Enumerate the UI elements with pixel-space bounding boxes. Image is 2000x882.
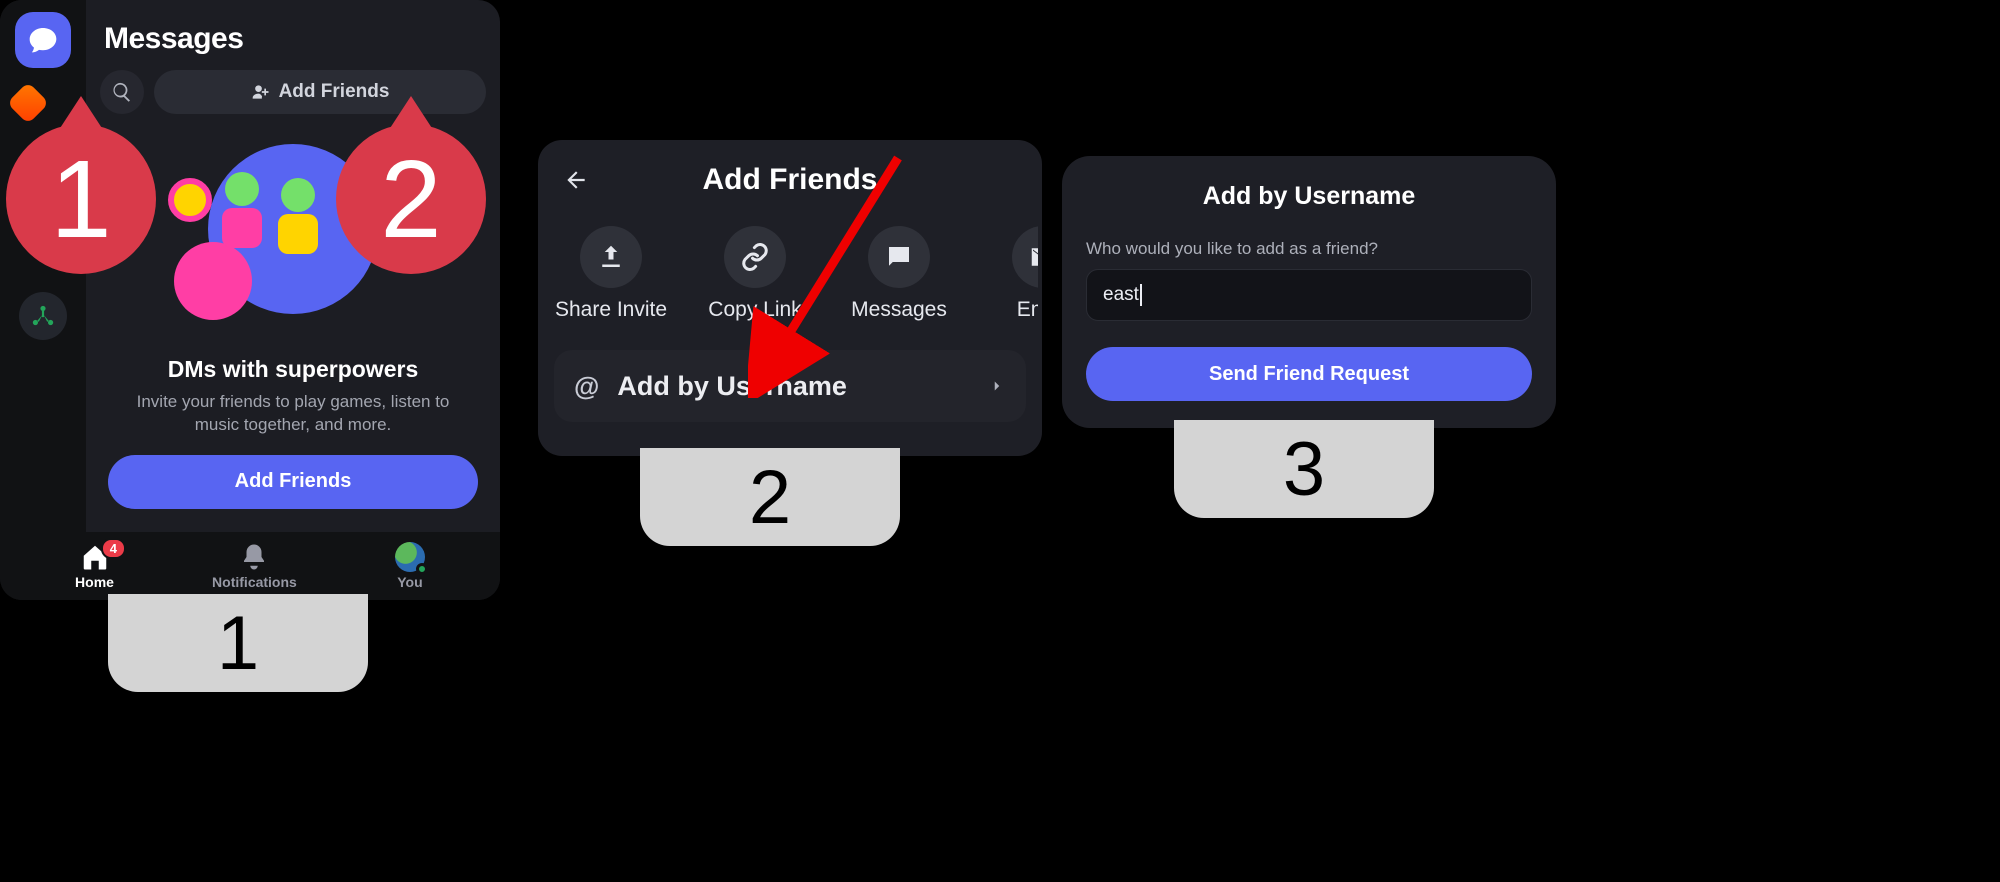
add-friends-cta-label: Add Friends [235,470,352,493]
hub-icon [30,303,56,329]
tab-notifications[interactable]: Notifications [212,542,297,590]
callout-label: 1 [50,136,111,263]
annotation-callout-2: 2 [336,124,486,274]
messages-screen: Messages Add Friends DMs with superpower… [0,0,500,600]
tab-you-label: You [397,574,422,590]
hero-title: DMs with superpowers [100,356,486,383]
hero-character-2 [270,178,326,258]
at-icon: @ [574,371,599,402]
chevron-right-icon [988,371,1006,402]
hero-description: Invite your friends to play games, liste… [118,391,468,437]
add-friends-cta[interactable]: Add Friends [108,455,478,509]
home-badge: 4 [101,538,126,559]
callout-label: 2 [380,136,441,263]
username-input[interactable]: east [1086,269,1532,321]
page-title: Messages [104,22,486,56]
bottom-tabbar: 4 Home Notifications You [0,532,500,600]
presence-dot [416,563,428,575]
tab-home-label: Home [75,574,114,590]
step-label-3: 3 [1174,420,1434,518]
hero-character-1 [212,172,272,252]
hero-accent-2 [168,178,212,222]
prompt-text: Who would you like to add as a friend? [1086,239,1532,259]
text-cursor [1140,284,1142,306]
share-email[interactable]: Email [988,226,1038,322]
server-hub-button[interactable] [19,292,67,340]
add-friend-icon [251,82,271,102]
annotation-callout-1: 1 [6,124,156,274]
dm-home-button[interactable] [15,12,71,68]
share-email-label: Email [1017,298,1038,322]
add-friends-sheet: Add Friends Share Invite Copy Link Messa… [538,140,1042,456]
share-invite[interactable]: Share Invite [556,226,666,322]
add-friends-pill-label: Add Friends [279,81,390,103]
link-icon [740,242,770,272]
copy-link-label: Copy Link [708,298,801,322]
messages-main: Messages Add Friends DMs with superpower… [86,0,500,600]
hero-accent-1 [174,242,252,320]
share-icon [596,242,626,272]
step-label-1: 1 [108,594,368,692]
email-icon [1028,242,1038,272]
tab-home[interactable]: 4 Home [75,542,114,590]
tab-you[interactable]: You [395,542,425,590]
step-label-2: 2 [640,448,900,546]
search-icon [111,81,133,103]
share-messages-label: Messages [851,298,947,322]
add-by-username-row[interactable]: @ Add by Username [554,350,1026,422]
arrow-left-icon [563,167,589,193]
server-item[interactable] [7,82,49,124]
bell-icon [239,542,269,572]
back-button[interactable] [560,164,592,196]
share-row: Share Invite Copy Link Messages Email Me… [542,226,1038,322]
sheet-title: Add Friends [702,163,877,197]
sheet-header: Add Friends [542,158,1038,202]
messages-icon [884,242,914,272]
step-number: 2 [749,454,791,541]
copy-link[interactable]: Copy Link [700,226,810,322]
chat-bubble-icon [27,24,59,56]
step-number: 3 [1283,426,1325,513]
tab-notifications-label: Notifications [212,574,297,590]
add-by-username-sheet: Add by Username Who would you like to ad… [1062,156,1556,428]
server-rail [0,0,86,600]
sheet-title: Add by Username [1086,182,1532,211]
add-by-username-label: Add by Username [617,371,847,402]
share-messages[interactable]: Messages [844,226,954,322]
send-friend-request-button[interactable]: Send Friend Request [1086,347,1532,401]
username-input-value: east [1103,284,1139,306]
share-invite-label: Share Invite [555,298,667,322]
step-number: 1 [217,600,259,687]
send-label: Send Friend Request [1209,363,1409,386]
avatar [395,542,425,572]
